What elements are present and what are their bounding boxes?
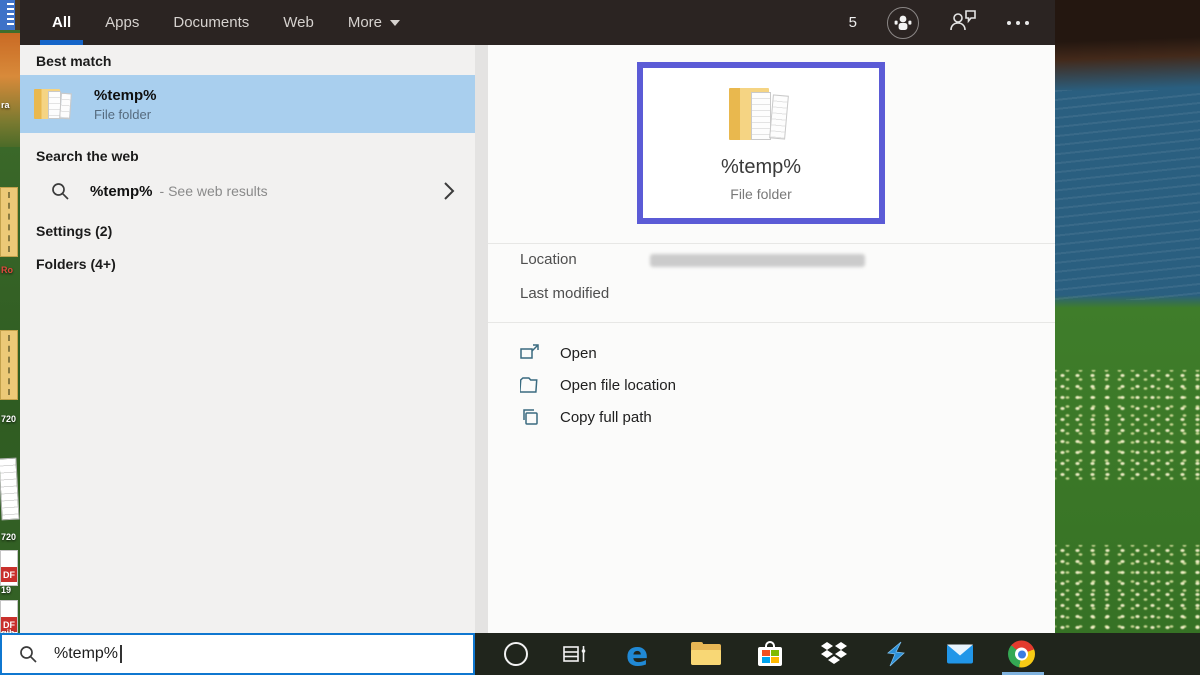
desktop-label: 720 — [1, 414, 16, 424]
location-value-redacted — [650, 254, 865, 267]
desktop-icon-pdf[interactable]: DF — [0, 550, 18, 586]
file-folder-icon — [34, 85, 76, 123]
folders-group[interactable]: Folders (4+) — [20, 250, 475, 278]
wallpaper-cliff — [1055, 0, 1200, 95]
action-open-file-location[interactable]: Open file location — [488, 370, 1055, 400]
web-search-result[interactable]: %temp% - See web results — [20, 173, 475, 209]
tab-documents-label: Documents — [173, 14, 249, 31]
chrome-icon[interactable] — [1008, 641, 1035, 668]
feedback-icon[interactable] — [949, 8, 977, 37]
topbar-actions: 5 — [849, 7, 1029, 39]
file-explorer-icon[interactable] — [691, 642, 721, 666]
action-label: Copy full path — [560, 409, 652, 426]
pdf-badge: DF — [1, 567, 17, 582]
desktop-icon-zip[interactable] — [0, 330, 18, 400]
action-label: Open — [560, 345, 597, 362]
feedback-glyph — [949, 8, 977, 32]
search-icon — [50, 181, 70, 201]
more-options-icon[interactable] — [1007, 21, 1029, 25]
wallpaper-water — [1055, 90, 1200, 300]
dropbox-icon[interactable] — [820, 641, 848, 667]
screen: ra Ro 720 720 DF 19 DF gib All Apps Docu… — [0, 0, 1200, 675]
section-divider — [488, 322, 1055, 323]
tab-documents[interactable]: Documents — [173, 0, 249, 45]
result-title: %temp% — [94, 87, 157, 104]
preview-subtitle: File folder — [730, 186, 791, 202]
desktop-label: 720 — [1, 532, 16, 542]
desktop-wallpaper — [1055, 0, 1200, 675]
cortana-icon[interactable] — [504, 642, 528, 666]
desktop-icon-image[interactable] — [0, 33, 20, 147]
desktop-icon-document[interactable] — [0, 0, 15, 30]
section-divider — [488, 243, 1055, 244]
text-cursor — [120, 645, 122, 663]
location-label: Location — [520, 251, 577, 268]
avatar-icon[interactable] — [887, 7, 919, 39]
wallpaper-flowers — [1055, 370, 1200, 480]
desktop-icon-documents[interactable] — [0, 458, 20, 521]
tab-web-label: Web — [283, 14, 314, 31]
panel-divider — [475, 45, 488, 633]
preview-panel: %temp% File folder Location Last modifie… — [488, 45, 1055, 633]
action-label: Open file location — [560, 377, 676, 394]
tab-apps-label: Apps — [105, 14, 139, 31]
action-open[interactable]: Open — [488, 338, 1055, 368]
action-copy-full-path[interactable]: Copy full path — [488, 402, 1055, 432]
task-view-icon[interactable] — [562, 643, 588, 665]
desktop-label: ra — [1, 100, 10, 110]
search-icon — [18, 644, 38, 664]
tab-all[interactable]: All — [52, 0, 71, 45]
search-web-heading: Search the web — [36, 148, 139, 164]
filter-tabs: All Apps Documents Web More — [52, 0, 400, 45]
chevron-right-icon — [443, 181, 455, 201]
taskbar: %temp% e — [0, 633, 1200, 675]
settings-group[interactable]: Settings (2) — [20, 217, 475, 245]
folder-location-icon — [520, 376, 540, 394]
best-match-heading: Best match — [36, 53, 111, 69]
chevron-down-icon — [390, 20, 400, 26]
results-panel: Best match %temp% File folder Search the… — [20, 45, 475, 633]
search-text: %temp% — [54, 645, 118, 663]
edge-icon[interactable]: e — [626, 638, 648, 671]
search-filter-bar: All Apps Documents Web More 5 — [20, 0, 1055, 45]
mail-icon[interactable] — [946, 644, 974, 665]
store-icon[interactable] — [757, 641, 783, 667]
desktop-icon-zip[interactable] — [0, 187, 18, 257]
copy-icon — [520, 408, 540, 426]
open-icon — [520, 344, 540, 362]
taskbar-search-input[interactable]: %temp% — [0, 633, 475, 675]
preview-title: %temp% — [721, 156, 801, 179]
best-match-text: %temp% File folder — [94, 87, 157, 122]
last-modified-label: Last modified — [520, 285, 609, 302]
avatar-figure — [893, 13, 913, 33]
tab-apps[interactable]: Apps — [105, 0, 139, 45]
tab-web[interactable]: Web — [283, 0, 314, 45]
desktop-label: 19 — [1, 585, 11, 595]
desktop-label: Ro — [1, 265, 13, 275]
result-subtitle: File folder — [94, 107, 157, 122]
tab-all-label: All — [52, 14, 71, 31]
tab-more-label: More — [348, 14, 382, 31]
web-query: %temp% — [90, 183, 153, 200]
desktop-left-strip: ra Ro 720 720 DF 19 DF gib — [0, 0, 20, 675]
wallpaper-flowers — [1055, 545, 1200, 640]
lightning-app-icon[interactable] — [885, 641, 907, 667]
file-folder-icon-large — [725, 84, 797, 146]
web-suffix: - See web results — [160, 183, 268, 199]
best-match-result[interactable]: %temp% File folder — [20, 75, 475, 133]
preview-card: %temp% File folder — [637, 62, 885, 224]
tab-more[interactable]: More — [348, 0, 400, 45]
rewards-count: 5 — [849, 14, 857, 31]
